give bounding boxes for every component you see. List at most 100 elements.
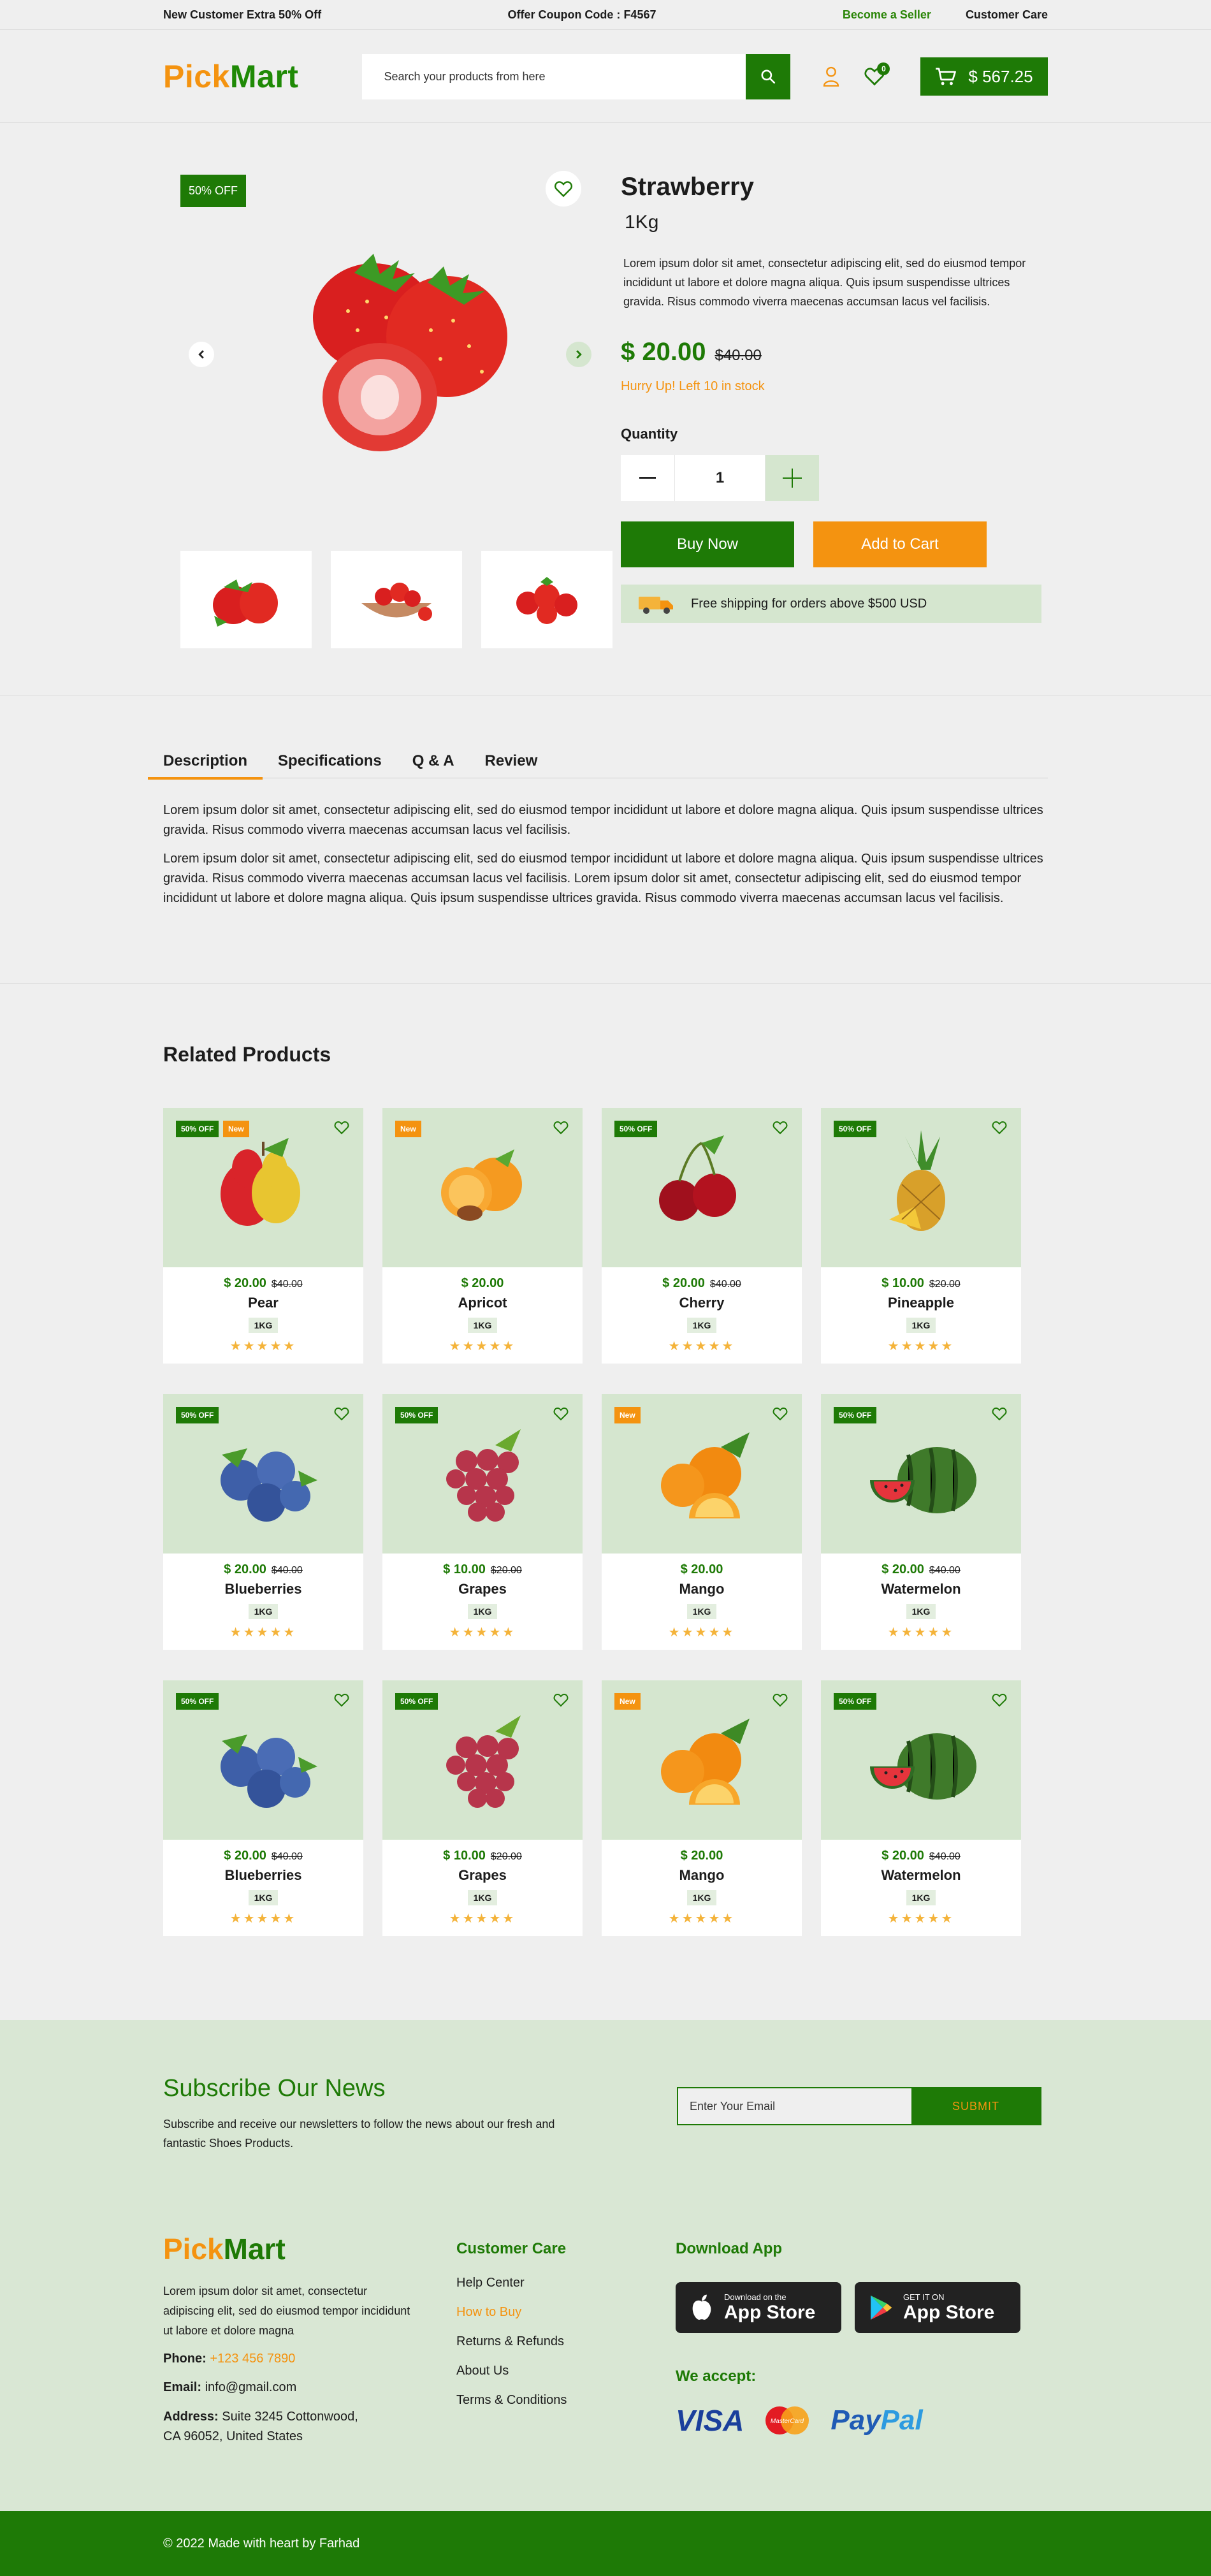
product-image[interactable]: 50% OFF xyxy=(821,1108,1021,1267)
footer-link-returns[interactable]: Returns & Refunds xyxy=(456,2334,567,2349)
card-product-name[interactable]: Pear xyxy=(163,1295,363,1311)
product-card[interactable]: New $ 20.00 Mango 1KG ★★★★★ xyxy=(602,1394,802,1650)
gallery-thumbnail[interactable] xyxy=(331,551,462,648)
card-product-name[interactable]: Mango xyxy=(602,1867,802,1884)
card-wishlist-button[interactable] xyxy=(553,1407,569,1424)
product-card[interactable]: 50% OFF $ 10.00 $20.00 Grapes 1KG ★★★★★ xyxy=(382,1394,583,1650)
app-store-button[interactable]: Download on the App Store xyxy=(676,2282,841,2333)
strawberry-thumbnail-icon xyxy=(213,579,278,627)
gallery-thumbnail[interactable] xyxy=(481,551,613,648)
card-product-name[interactable]: Apricot xyxy=(382,1295,583,1311)
cart-button[interactable]: $ 567.25 xyxy=(920,57,1048,96)
footer-link-help-center[interactable]: Help Center xyxy=(456,2276,567,2290)
gallery-next-button[interactable] xyxy=(566,342,591,367)
card-product-name[interactable]: Grapes xyxy=(382,1581,583,1597)
product-image[interactable]: 50% OFF xyxy=(163,1680,363,1840)
product-card[interactable]: 50% OFF $ 20.00 $40.00 Watermelon 1KG ★★★… xyxy=(821,1680,1021,1936)
footer-link-terms[interactable]: Terms & Conditions xyxy=(456,2393,567,2408)
gallery-thumbnail[interactable] xyxy=(180,551,312,648)
card-unit-badge: 1KG xyxy=(906,1318,936,1333)
star-icon: ★ xyxy=(887,1626,901,1640)
add-to-cart-button[interactable]: Add to Cart xyxy=(813,521,987,567)
card-wishlist-button[interactable] xyxy=(553,1121,569,1138)
product-image[interactable]: 50% OFF xyxy=(602,1108,802,1267)
product-card[interactable]: 50% OFF $ 20.00 $40.00 Blueberries 1KG ★★… xyxy=(163,1394,363,1650)
card-wishlist-button[interactable] xyxy=(992,1121,1007,1138)
card-product-name[interactable]: Blueberries xyxy=(163,1867,363,1884)
card-wishlist-button[interactable] xyxy=(772,1693,788,1710)
product-card[interactable]: 50% OFF New $ 20.00 $40.00 Pear 1KG ★★★★★ xyxy=(163,1108,363,1364)
quantity-decrease-button[interactable] xyxy=(621,455,674,501)
card-product-name[interactable]: Cherry xyxy=(602,1295,802,1311)
card-product-name[interactable]: Blueberries xyxy=(163,1581,363,1597)
search-button[interactable] xyxy=(746,54,791,99)
buy-now-button[interactable]: Buy Now xyxy=(621,521,794,567)
email-value[interactable]: info@gmail.com xyxy=(205,2380,297,2394)
card-old-price: $20.00 xyxy=(490,1851,522,1862)
card-wishlist-button[interactable] xyxy=(992,1693,1007,1710)
product-image[interactable]: 50% OFF xyxy=(163,1394,363,1554)
product-image[interactable]: New xyxy=(602,1394,802,1554)
product-card[interactable]: 50% OFF $ 20.00 $40.00 Watermelon 1KG ★★★… xyxy=(821,1394,1021,1650)
footer-logo[interactable]: PickMart xyxy=(163,2232,286,2266)
submit-button[interactable]: SUBMIT xyxy=(911,2088,1040,2124)
google-play-button[interactable]: GET IT ON App Store xyxy=(855,2282,1020,2333)
footer-email: Email: info@gmail.com xyxy=(163,2378,296,2398)
card-product-name[interactable]: Mango xyxy=(602,1581,802,1597)
card-wishlist-button[interactable] xyxy=(992,1407,1007,1424)
product-image[interactable]: 50% OFF xyxy=(821,1680,1021,1840)
product-card[interactable]: 50% OFF $ 10.00 $20.00 Pineapple 1KG ★★★★… xyxy=(821,1108,1021,1364)
product-card[interactable]: New $ 20.00 Mango 1KG ★★★★★ xyxy=(602,1680,802,1936)
product-card[interactable]: 50% OFF $ 20.00 $40.00 Cherry 1KG ★★★★★ xyxy=(602,1108,802,1364)
product-image[interactable]: 50% OFF xyxy=(821,1394,1021,1554)
card-wishlist-button[interactable] xyxy=(772,1121,788,1138)
product-image[interactable]: New xyxy=(382,1108,583,1267)
tab-specifications[interactable]: Specifications xyxy=(263,752,397,778)
star-icon: ★ xyxy=(283,1626,297,1640)
card-wishlist-button[interactable] xyxy=(334,1407,349,1424)
discount-tag: 50% OFF xyxy=(395,1693,439,1710)
footer-link-how-to-buy[interactable]: How to Buy xyxy=(456,2305,567,2320)
new-tag: New xyxy=(614,1407,641,1423)
product-image[interactable]: 50% OFF xyxy=(382,1680,583,1840)
card-product-name[interactable]: Grapes xyxy=(382,1867,583,1884)
customer-care-link[interactable]: Customer Care xyxy=(966,8,1048,22)
wishlist-button[interactable]: 0 xyxy=(862,62,890,89)
card-wishlist-button[interactable] xyxy=(772,1407,788,1424)
footer-address: Address: Suite 3245 Cottonwood, CA 96052,… xyxy=(163,2407,358,2447)
minus-icon xyxy=(639,477,656,479)
phone-value[interactable]: +123 456 7890 xyxy=(210,2352,295,2366)
tab-review[interactable]: Review xyxy=(470,752,553,778)
footer-link-about-us[interactable]: About Us xyxy=(456,2364,567,2378)
star-icon: ★ xyxy=(449,1912,463,1926)
product-card[interactable]: 50% OFF $ 10.00 $20.00 Grapes 1KG ★★★★★ xyxy=(382,1680,583,1936)
quantity-value[interactable]: 1 xyxy=(674,455,765,501)
logo[interactable]: PickMart xyxy=(163,58,298,95)
tab-qa[interactable]: Q & A xyxy=(397,752,470,778)
quantity-increase-button[interactable] xyxy=(765,455,819,501)
card-wishlist-button[interactable] xyxy=(553,1693,569,1710)
search-input[interactable] xyxy=(362,54,746,99)
star-icon: ★ xyxy=(708,1339,722,1353)
product-image[interactable]: 50% OFF xyxy=(382,1394,583,1554)
star-icon: ★ xyxy=(681,1626,695,1640)
card-unit-badge: 1KG xyxy=(686,1604,717,1619)
rating-stars: ★★★★★ xyxy=(382,1338,583,1354)
become-seller-link[interactable]: Become a Seller xyxy=(843,8,931,22)
product-card[interactable]: 50% OFF $ 20.00 $40.00 Blueberries 1KG ★★… xyxy=(163,1680,363,1936)
tab-description[interactable]: Description xyxy=(148,752,263,780)
card-product-name[interactable]: Pineapple xyxy=(821,1295,1021,1311)
gallery-prev-button[interactable] xyxy=(189,342,214,367)
card-product-name[interactable]: Watermelon xyxy=(821,1581,1021,1597)
account-button[interactable] xyxy=(818,64,844,89)
star-icon: ★ xyxy=(668,1912,682,1926)
product-card[interactable]: New $ 20.00 Apricot 1KG ★★★★★ xyxy=(382,1108,583,1364)
card-wishlist-button[interactable] xyxy=(334,1693,349,1710)
star-icon: ★ xyxy=(243,1912,257,1926)
card-wishlist-button[interactable] xyxy=(334,1121,349,1138)
product-wishlist-button[interactable] xyxy=(546,171,581,207)
product-image[interactable]: New xyxy=(602,1680,802,1840)
product-image[interactable]: 50% OFF New xyxy=(163,1108,363,1267)
card-product-name[interactable]: Watermelon xyxy=(821,1867,1021,1884)
email-field[interactable] xyxy=(678,2088,911,2124)
